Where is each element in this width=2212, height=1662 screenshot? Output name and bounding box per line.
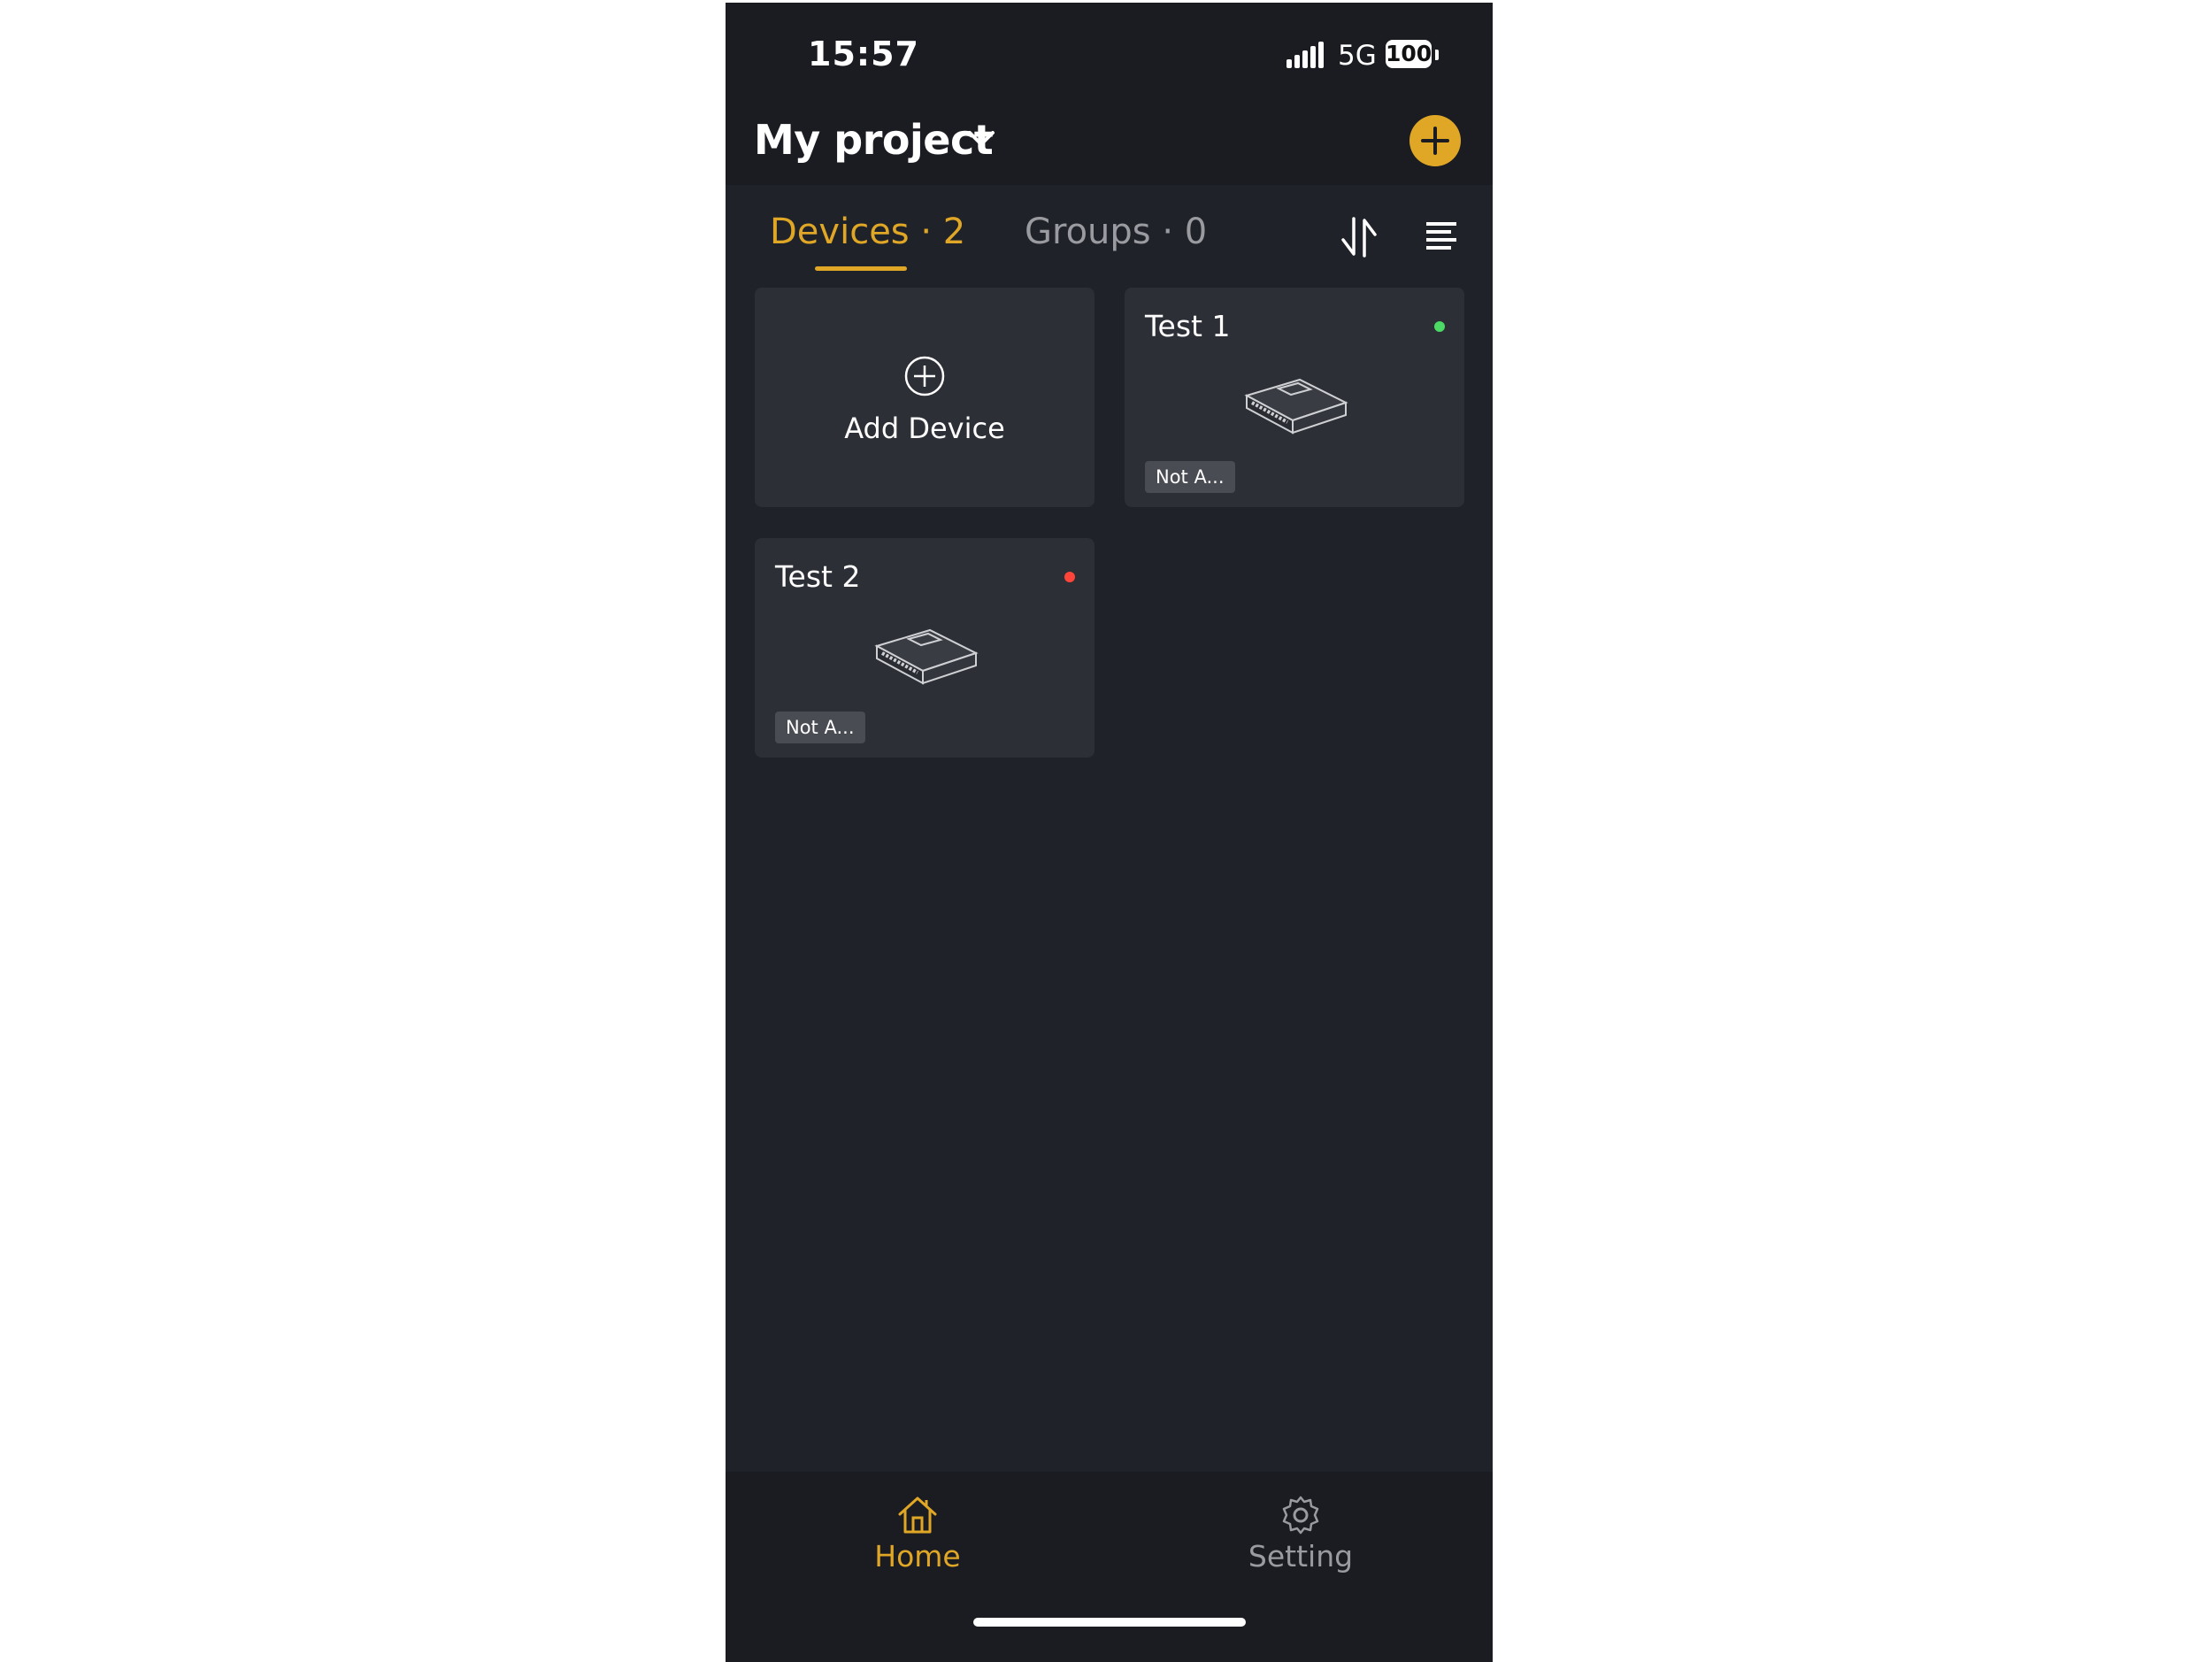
network-switch-icon	[1244, 378, 1348, 435]
add-device-label: Add Device	[844, 412, 1005, 445]
device-name: Test 1	[1145, 309, 1231, 343]
nav-home-label: Home	[874, 1539, 961, 1574]
status-time: 15:57	[808, 35, 919, 73]
project-selector[interactable]: My project	[754, 116, 994, 164]
home-indicator[interactable]	[973, 1618, 1246, 1627]
sort-icon[interactable]	[1338, 215, 1380, 259]
top-bar: 15:57 5G 100 My project	[726, 3, 1493, 185]
active-tab-indicator	[815, 266, 907, 271]
device-name: Test 2	[775, 559, 861, 594]
status-badge: Not A...	[775, 712, 865, 743]
home-icon	[898, 1497, 937, 1534]
device-card[interactable]: Test 2 Not A...	[755, 538, 1094, 758]
status-badge: Not A...	[1145, 461, 1235, 493]
bottom-tab-bar: Home Setting	[726, 1472, 1493, 1662]
tab-groups[interactable]: Groups · 0	[1025, 212, 1207, 252]
offline-status-dot	[1064, 572, 1075, 582]
online-status-dot	[1434, 321, 1445, 332]
signal-icon	[1286, 42, 1324, 68]
add-circle-icon	[904, 356, 945, 396]
gear-icon	[1282, 1496, 1319, 1535]
add-device-card[interactable]: Add Device	[755, 288, 1094, 507]
nav-home[interactable]: Home	[829, 1495, 1006, 1574]
list-view-icon[interactable]	[1425, 220, 1458, 252]
add-button[interactable]	[1409, 115, 1461, 166]
network-switch-icon	[874, 628, 979, 685]
battery-nub	[1435, 50, 1439, 60]
battery-icon: 100	[1386, 40, 1432, 68]
plus-icon	[1421, 127, 1449, 155]
app-screen: 15:57 5G 100 My project Devices · 2 Grou…	[726, 3, 1493, 1662]
nav-setting[interactable]: Setting	[1212, 1495, 1389, 1574]
network-type: 5G	[1338, 40, 1377, 72]
device-card[interactable]: Test 1 Not A...	[1125, 288, 1464, 507]
nav-setting-label: Setting	[1248, 1539, 1354, 1574]
chevron-down-icon[interactable]	[966, 128, 996, 150]
tab-devices[interactable]: Devices · 2	[770, 212, 965, 252]
